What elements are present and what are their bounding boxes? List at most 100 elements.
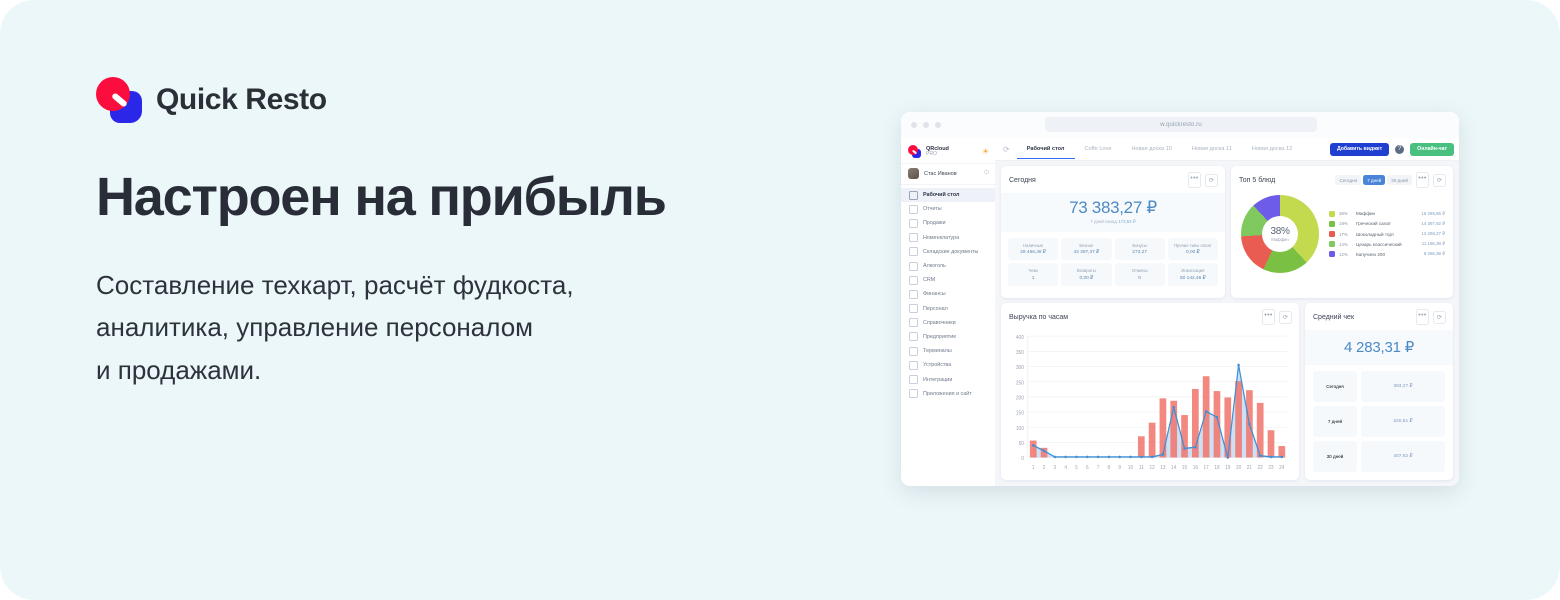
sidebar-item-label: Складские документы (923, 248, 979, 255)
svg-text:18: 18 (1214, 465, 1220, 471)
refresh-icon[interactable]: ⟳ (1003, 145, 1010, 154)
close-icon[interactable] (911, 122, 917, 128)
tab-3[interactable]: Новая доска 11 (1182, 139, 1242, 159)
sidebar-item-4[interactable]: Складские документы (901, 245, 995, 259)
svg-text:15: 15 (1182, 465, 1188, 471)
tile-value: 0 (1138, 275, 1141, 281)
sidebar-item-2[interactable]: Продажи (901, 216, 995, 230)
sidebar-item-7[interactable]: Финансы (901, 287, 995, 301)
tile-label: Прочие типы оплат (1174, 243, 1212, 248)
tile-value: 273,27 (1132, 250, 1147, 256)
more-options-icon[interactable]: ••• (1188, 172, 1201, 188)
sidebar-item-6[interactable]: CRM (901, 273, 995, 287)
app-logo-icon (908, 145, 921, 158)
minimize-icon[interactable] (923, 122, 929, 128)
refresh-icon[interactable]: ⟳ (1205, 173, 1218, 187)
nav-item-icon (909, 375, 918, 385)
avg-row-label: Сегодня (1313, 371, 1357, 402)
tile-value: 29 456,48 ₽ (1020, 250, 1046, 256)
browser-mockup: w.quickresto.ru QRcloud PRO ☀ Стас Ивано… (901, 112, 1459, 486)
tab-1[interactable]: Coffe Love (1075, 139, 1122, 159)
sidebar-item-1[interactable]: Отчеты (901, 202, 995, 216)
today-tile-0: Наличные 29 456,48 ₽ (1008, 238, 1059, 261)
legend-value: 12 296,27 ₽ (1421, 231, 1445, 236)
sidebar-item-14[interactable]: Приложения и сайт (901, 387, 995, 401)
sidebar-user[interactable]: Стас Иванов ⏻ (901, 163, 995, 185)
more-options-icon[interactable]: ••• (1416, 309, 1429, 325)
svg-text:1: 1 (1032, 465, 1035, 471)
today-compare-value: 172,53 ₽ (1118, 219, 1136, 224)
sidebar-item-8[interactable]: Персонал (901, 302, 995, 316)
period-button-1[interactable]: 7 дней (1363, 174, 1386, 186)
address-bar[interactable]: w.quickresto.ru (1045, 117, 1317, 132)
tab-4[interactable]: Новая доска 12 (1242, 139, 1302, 159)
legend-label: Маффин (1356, 211, 1376, 217)
hours-chart-plot: 0 50 100 150 200 250 300 350 400 1 2 3 4 5 6 7 8 9 10 11 12 1… (1007, 330, 1291, 474)
refresh-icon[interactable]: ⟳ (1433, 173, 1446, 187)
maximize-icon[interactable] (935, 122, 941, 128)
dashboard-row-top: Сегодня ••• ⟳ 73 383,27 ₽ 7 дней назад 1… (1001, 166, 1453, 298)
svg-text:24: 24 (1279, 465, 1285, 471)
sidebar-item-0[interactable]: Рабочий стол (901, 188, 995, 203)
tab-0[interactable]: Рабочий стол (1016, 139, 1075, 159)
legend-percent: 14% (1339, 241, 1348, 247)
refresh-icon[interactable]: ⟳ (1279, 310, 1292, 324)
add-widget-button[interactable]: Добавить виджет (1329, 142, 1390, 156)
sidebar-item-13[interactable]: Интеграции (901, 372, 995, 386)
today-total: 73 383,27 ₽ 7 дней назад 172,53 ₽ (1001, 193, 1225, 232)
power-icon[interactable]: ⏻ (984, 170, 989, 177)
brand-name: Quick Resto (156, 83, 327, 116)
page-root: Quick Resto Настроен на прибыль Составле… (0, 0, 1560, 600)
refresh-icon[interactable]: ⟳ (1433, 310, 1446, 324)
today-comparison: 7 дней назад 172,53 ₽ (1001, 219, 1225, 225)
sidebar-item-3[interactable]: Номенклатура (901, 231, 995, 245)
sidebar-item-label: Алкоголь (923, 263, 946, 270)
sidebar-item-label: Отчеты (923, 206, 942, 213)
sidebar-item-label: Справочники (923, 319, 956, 326)
sidebar-item-5[interactable]: Алкоголь (901, 259, 995, 273)
more-options-icon[interactable]: ••• (1262, 309, 1275, 325)
svg-text:50: 50 (1019, 441, 1025, 447)
help-icon[interactable]: ? (1395, 144, 1405, 154)
user-name: Стас Иванов (924, 170, 957, 177)
sidebar-item-10[interactable]: Предприятие (901, 330, 995, 344)
nav-item-icon (909, 218, 918, 228)
donut-center: 38% Маффин (1262, 216, 1298, 252)
sidebar-item-12[interactable]: Устройства (901, 358, 995, 372)
top5-period-selector: Сегодня 7 дней 30 дней (1335, 174, 1412, 186)
avg-check-card: Средний чек ••• ⟳ 4 283,31 ₽ Сегодня 383,… (1305, 303, 1453, 480)
sidebar-item-9[interactable]: Справочники (901, 316, 995, 330)
today-tile-3: Прочие типы оплат 0,00 ₽ (1167, 238, 1218, 261)
online-chat-button[interactable]: Онлайн-чат (1410, 142, 1454, 156)
sidebar-item-label: Финансы (923, 291, 946, 298)
period-button-0[interactable]: Сегодня (1335, 174, 1362, 186)
today-tile-7: Инкассация 50 142,46 ₽ (1167, 263, 1218, 286)
today-card: Сегодня ••• ⟳ 73 383,27 ₽ 7 дней назад 1… (1001, 166, 1225, 298)
svg-text:14: 14 (1171, 465, 1177, 471)
tab-bar: Рабочий стол Coffe Love Новая доска 10 Нова… (1016, 139, 1303, 159)
legend-swatch (1329, 231, 1335, 237)
more-options-icon[interactable]: ••• (1416, 172, 1429, 188)
sun-icon[interactable]: ☀ (982, 147, 989, 156)
svg-text:21: 21 (1247, 465, 1253, 471)
tile-label: Чеки (1028, 268, 1038, 274)
hours-card: Выручка по часам ••• ⟳ 0 50 100 150 200 250 30… (1001, 303, 1299, 480)
svg-text:400: 400 (1016, 335, 1024, 341)
tab-2[interactable]: Новая доска 10 (1121, 139, 1181, 159)
svg-text:100: 100 (1016, 426, 1024, 432)
today-card-header: Сегодня ••• ⟳ (1001, 166, 1225, 193)
tile-value: 0,00 ₽ (1186, 250, 1200, 256)
sidebar-item-label: Рабочий стол (923, 192, 960, 199)
sidebar-item-label: Предприятие (923, 333, 957, 340)
svg-text:19: 19 (1225, 465, 1231, 471)
avg-amount: 4 283,31 ₽ (1343, 339, 1415, 356)
address-bar-url: w.quickresto.ru (1160, 121, 1202, 128)
legend-row-0: 38% Маффин 15 286,86 ₽ (1329, 209, 1445, 219)
legend-label: Цезарь классический (1356, 241, 1402, 247)
sidebar-account[interactable]: QRcloud PRO ☀ (901, 141, 995, 163)
period-button-2[interactable]: 30 дней (1387, 174, 1412, 186)
avg-row-label: 30 дней (1313, 441, 1357, 472)
sidebar-item-11[interactable]: Терминалы (901, 344, 995, 358)
legend-row-2: 17% Шоколадный торт 12 296,27 ₽ (1329, 229, 1445, 239)
legend-value: 14 397,92 ₽ (1421, 220, 1445, 226)
